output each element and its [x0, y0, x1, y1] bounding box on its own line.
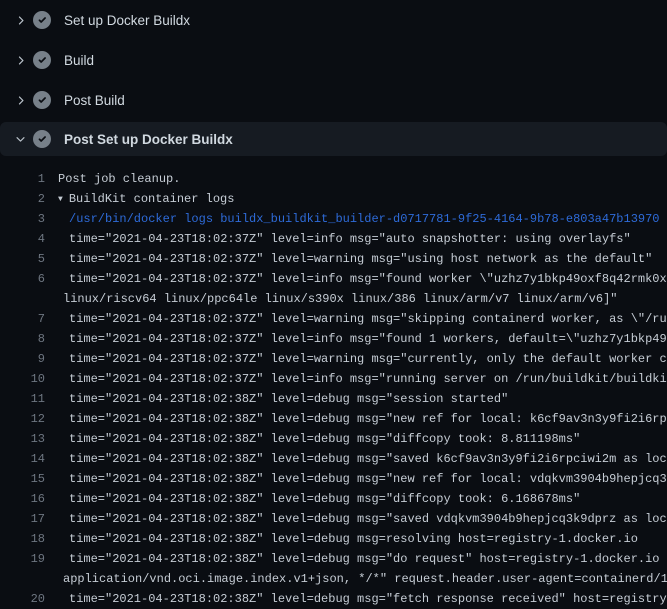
log-line: 9 time="2021-04-23T18:02:37Z" level=warn…: [0, 349, 667, 369]
log-line-text: time="2021-04-23T18:02:37Z" level=info m…: [69, 269, 667, 289]
log-line: 11 time="2021-04-23T18:02:38Z" level=deb…: [0, 389, 667, 409]
log-line: 12 time="2021-04-23T18:02:38Z" level=deb…: [0, 409, 667, 429]
log-line-number[interactable]: 18: [0, 529, 45, 549]
log-line: 15 time="2021-04-23T18:02:38Z" level=deb…: [0, 469, 667, 489]
check-circle-icon: [33, 130, 51, 148]
log-line: 14 time="2021-04-23T18:02:38Z" level=deb…: [0, 449, 667, 469]
log-line-text: time="2021-04-23T18:02:38Z" level=debug …: [69, 489, 580, 509]
log-line-number[interactable]: 10: [0, 369, 45, 389]
log-line: 5 time="2021-04-23T18:02:37Z" level=warn…: [0, 249, 667, 269]
log-line-number[interactable]: 14: [0, 449, 45, 469]
log-line-number[interactable]: 13: [0, 429, 45, 449]
log-line: 10 time="2021-04-23T18:02:37Z" level=inf…: [0, 369, 667, 389]
log-line-number[interactable]: 2: [0, 189, 45, 209]
log-line-number[interactable]: 17: [0, 509, 45, 529]
log-line-text: linux/riscv64 linux/ppc64le linux/s390x …: [63, 289, 618, 309]
log-line-number[interactable]: 7: [0, 309, 45, 329]
log-line-text: time="2021-04-23T18:02:38Z" level=debug …: [69, 409, 667, 429]
check-circle-icon: [33, 51, 51, 69]
log-line-text: time="2021-04-23T18:02:37Z" level=warnin…: [69, 249, 652, 269]
log-line-text[interactable]: ▼BuildKit container logs: [58, 189, 234, 209]
log-line-number[interactable]: 4: [0, 229, 45, 249]
log-line: 13 time="2021-04-23T18:02:38Z" level=deb…: [0, 429, 667, 449]
log-line: 8 time="2021-04-23T18:02:37Z" level=info…: [0, 329, 667, 349]
log-line-text: time="2021-04-23T18:02:37Z" level=warnin…: [69, 309, 667, 329]
log-line: 18 time="2021-04-23T18:02:38Z" level=deb…: [0, 529, 667, 549]
log-line-text: time="2021-04-23T18:02:38Z" level=debug …: [69, 509, 667, 529]
log-line-text: application/vnd.oci.image.index.v1+json,…: [63, 569, 667, 589]
log-line: 7 time="2021-04-23T18:02:37Z" level=warn…: [0, 309, 667, 329]
actions-log-viewer: Set up Docker Buildx Build Post Build Po…: [0, 0, 667, 609]
step-label: Post Set up Docker Buildx: [64, 132, 233, 147]
log-line-number[interactable]: 3: [0, 209, 45, 229]
chevron-right-icon: [12, 12, 28, 28]
log-line-number[interactable]: 12: [0, 409, 45, 429]
log-line: 1 Post job cleanup.: [0, 169, 667, 189]
step-label: Set up Docker Buildx: [64, 13, 190, 28]
step-row[interactable]: Post Build: [0, 80, 667, 120]
log-line-text: time="2021-04-23T18:02:38Z" level=debug …: [69, 389, 508, 409]
log-line-number[interactable]: [0, 289, 45, 309]
log-line-number[interactable]: [0, 569, 45, 589]
log-line: 2 ▼BuildKit container logs: [0, 189, 667, 209]
log-line-text: time="2021-04-23T18:02:38Z" level=debug …: [69, 549, 667, 569]
step-label: Build: [64, 53, 94, 68]
log-panel: 1 Post job cleanup. 2 ▼BuildKit containe…: [0, 156, 667, 609]
log-line-number[interactable]: 20: [0, 589, 45, 609]
log-line-number[interactable]: 6: [0, 269, 45, 289]
step-label: Post Build: [64, 93, 125, 108]
check-circle-icon: [33, 11, 51, 29]
log-line-text: time="2021-04-23T18:02:38Z" level=debug …: [69, 469, 667, 489]
log-line-text: time="2021-04-23T18:02:38Z" level=debug …: [69, 429, 580, 449]
chevron-down-icon: [12, 131, 28, 147]
log-line: linux/riscv64 linux/ppc64le linux/s390x …: [0, 289, 667, 309]
group-collapse-triangle-icon[interactable]: ▼: [58, 190, 63, 210]
steps-list: Set up Docker Buildx Build Post Build Po…: [0, 0, 667, 156]
log-line-number[interactable]: 16: [0, 489, 45, 509]
log-line-text: time="2021-04-23T18:02:37Z" level=info m…: [69, 369, 667, 389]
log-line-text: time="2021-04-23T18:02:37Z" level=warnin…: [69, 349, 667, 369]
log-line-number[interactable]: 8: [0, 329, 45, 349]
step-row[interactable]: Set up Docker Buildx: [0, 0, 667, 40]
log-line: 6 time="2021-04-23T18:02:37Z" level=info…: [0, 269, 667, 289]
step-row[interactable]: Build: [0, 40, 667, 80]
check-circle-icon: [33, 91, 51, 109]
log-line: 4 time="2021-04-23T18:02:37Z" level=info…: [0, 229, 667, 249]
log-line: 16 time="2021-04-23T18:02:38Z" level=deb…: [0, 489, 667, 509]
log-line-text: /usr/bin/docker logs buildx_buildkit_bui…: [69, 209, 660, 229]
log-line: application/vnd.oci.image.index.v1+json,…: [0, 569, 667, 589]
log-line-text: time="2021-04-23T18:02:37Z" level=info m…: [69, 329, 667, 349]
log-line-text: time="2021-04-23T18:02:38Z" level=debug …: [69, 529, 638, 549]
log-line: 20 time="2021-04-23T18:02:38Z" level=deb…: [0, 589, 667, 609]
log-line-text: time="2021-04-23T18:02:38Z" level=debug …: [69, 449, 667, 469]
log-line-text: time="2021-04-23T18:02:38Z" level=debug …: [69, 589, 667, 609]
log-line-number[interactable]: 1: [0, 169, 45, 189]
chevron-right-icon: [12, 52, 28, 68]
log-line-number[interactable]: 15: [0, 469, 45, 489]
log-line: 17 time="2021-04-23T18:02:38Z" level=deb…: [0, 509, 667, 529]
log-line-text: Post job cleanup.: [58, 169, 180, 189]
log-line: 3 /usr/bin/docker logs buildx_buildkit_b…: [0, 209, 667, 229]
log-line-number[interactable]: 9: [0, 349, 45, 369]
log-line: 19 time="2021-04-23T18:02:38Z" level=deb…: [0, 549, 667, 569]
log-line-number[interactable]: 5: [0, 249, 45, 269]
log-line-text: time="2021-04-23T18:02:37Z" level=info m…: [69, 229, 631, 249]
chevron-right-icon: [12, 92, 28, 108]
log-line-number[interactable]: 11: [0, 389, 45, 409]
log-line-number[interactable]: 19: [0, 549, 45, 569]
step-row[interactable]: Post Set up Docker Buildx: [0, 122, 667, 156]
